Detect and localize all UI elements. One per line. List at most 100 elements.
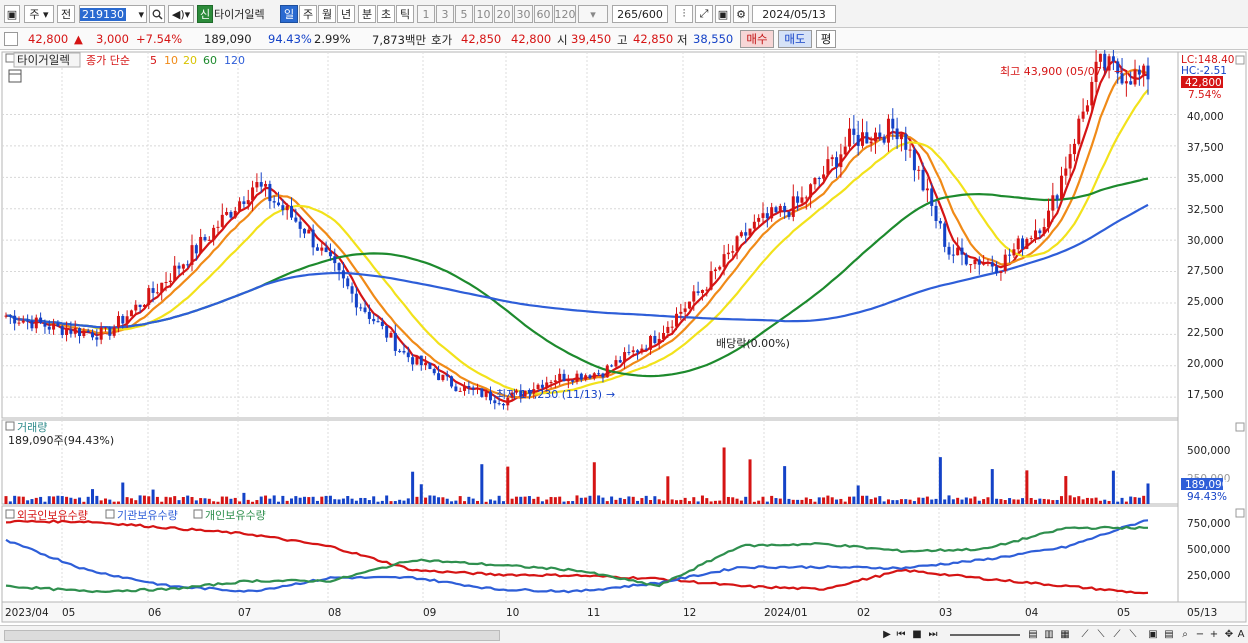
volume-bar — [1055, 499, 1059, 504]
chart-area[interactable]: 타이거일렉 종가 단순 5 10 20 60 120 최고 43,900 (05… — [0, 44, 1248, 625]
search-icon[interactable] — [149, 5, 165, 23]
interval-20[interactable]: 20 — [494, 5, 513, 23]
volume-bar — [623, 499, 627, 504]
period-second[interactable]: 초 — [377, 5, 395, 23]
period-year[interactable]: 년 — [337, 5, 355, 23]
period-day[interactable]: 일 — [280, 5, 298, 23]
fast-forward-icon[interactable]: ⏭ — [926, 628, 940, 641]
period-minute[interactable]: 분 — [358, 5, 376, 23]
volume-bar — [393, 501, 397, 504]
avg-button[interactable]: 평 — [816, 30, 836, 48]
volume-bar — [713, 500, 717, 504]
stock-code-input[interactable]: 219130 ▾ — [79, 5, 147, 23]
volume-bar — [921, 497, 925, 504]
volume-bar — [177, 500, 181, 504]
layout-icon-5[interactable]: ▤ — [1162, 628, 1176, 641]
volume-bar — [882, 501, 886, 504]
sound-icon[interactable]: ◀)▾ — [168, 5, 194, 23]
candle-body — [1072, 143, 1076, 155]
panel-collapse-icon[interactable] — [5, 53, 15, 63]
candle-body — [562, 373, 566, 382]
draw-line-icon-3[interactable]: ⟋ — [1110, 628, 1124, 641]
scroll-right-icon[interactable]: ▶ — [880, 628, 894, 641]
interval-1[interactable]: 1 — [417, 5, 435, 23]
zoom-out-icon[interactable]: − — [1193, 628, 1207, 641]
candle-body — [1055, 195, 1059, 200]
panel-close-icon[interactable] — [1235, 55, 1245, 65]
candle-type-icon[interactable]: ⫶ — [675, 5, 693, 23]
volume-bar — [458, 496, 462, 504]
volume-bar — [809, 498, 813, 504]
interval-3[interactable]: 3 — [436, 5, 454, 23]
high-annotation: 최고 43,900 (05/07) — [1000, 65, 1106, 78]
window-menu-icon[interactable]: ▣ — [4, 5, 20, 23]
candle-body — [415, 355, 419, 365]
legend-institution: 기관보유수량 — [117, 509, 178, 522]
layout-icon-2[interactable]: ▥ — [1042, 628, 1056, 641]
candle-body — [129, 310, 133, 317]
vol-y-tick-500000: 500,000 — [1187, 445, 1230, 457]
volume-bar — [744, 496, 748, 504]
volume-bar — [1021, 498, 1025, 504]
settings-gear-icon[interactable]: ⚙ — [733, 5, 749, 23]
x-label-12: 12 — [683, 607, 696, 619]
volume-collapse-icon[interactable] — [5, 421, 15, 431]
interval-60[interactable]: 60 — [534, 5, 553, 23]
interval-custom-select[interactable]: ▾ — [578, 5, 608, 23]
date-field[interactable]: 2024/05/13 — [752, 5, 836, 23]
y-tick-37500: 37,500 — [1187, 142, 1224, 154]
volume-bar — [1146, 483, 1150, 504]
interval-5[interactable]: 5 — [455, 5, 473, 23]
candle-body — [160, 282, 164, 293]
holdings-panel — [1, 505, 1179, 603]
quote-checkbox[interactable] — [4, 32, 18, 46]
holdings-close-icon[interactable] — [1235, 508, 1245, 518]
candle-body — [791, 196, 795, 217]
rewind-icon[interactable]: ⏮ — [894, 628, 908, 641]
draw-line-icon-2[interactable]: ⟍ — [1094, 628, 1108, 641]
holdings-collapse-icon[interactable] — [5, 509, 15, 519]
save-icon[interactable]: ▣ — [715, 5, 731, 23]
interval-10[interactable]: 10 — [474, 5, 493, 23]
count-field[interactable]: 265/600 — [612, 5, 668, 23]
period-month[interactable]: 월 — [318, 5, 336, 23]
draw-line-icon-1[interactable]: ⟋ — [1078, 628, 1092, 641]
zoom-slider[interactable] — [950, 634, 1020, 636]
volume-bar — [644, 495, 648, 504]
volume-bar — [134, 500, 138, 504]
candle-body — [471, 387, 475, 390]
volume-bar — [86, 496, 90, 504]
sell-button[interactable]: 매도 — [778, 30, 812, 48]
volume-bar — [649, 500, 653, 504]
interval-120[interactable]: 120 — [554, 5, 576, 23]
zoom-search-icon[interactable]: ⌕ — [1178, 628, 1192, 641]
candle-body — [4, 315, 8, 317]
zoom-in-icon[interactable]: + — [1207, 628, 1221, 641]
market-select[interactable]: 주 ▾ — [24, 5, 54, 23]
candle-body — [644, 348, 648, 350]
stop-icon[interactable]: ■ — [910, 628, 924, 641]
layout-icon-4[interactable]: ▣ — [1146, 628, 1160, 641]
prev-button[interactable]: 전 — [57, 5, 75, 23]
candle-body — [376, 321, 380, 323]
layout-icon-3[interactable]: ▦ — [1058, 628, 1072, 641]
period-tick[interactable]: 틱 — [396, 5, 414, 23]
interval-30[interactable]: 30 — [514, 5, 533, 23]
font-size-icon[interactable]: A — [1234, 628, 1248, 641]
candle-body — [402, 351, 406, 353]
volume-bar — [969, 498, 973, 504]
buy-button[interactable]: 매수 — [740, 30, 774, 48]
calendar-icon[interactable] — [8, 69, 22, 83]
candle-body — [856, 134, 860, 146]
volume-bar — [787, 498, 791, 504]
scroll-track[interactable] — [4, 630, 500, 641]
layout-icon-1[interactable]: ▤ — [1026, 628, 1040, 641]
draw-line-icon-4[interactable]: ⟍ — [1126, 628, 1140, 641]
volume-bar — [372, 496, 376, 504]
volume-close-icon[interactable] — [1235, 422, 1245, 432]
volume-bar — [337, 499, 341, 504]
volume-bar — [17, 496, 21, 504]
period-week[interactable]: 주 — [299, 5, 317, 23]
candle-body — [484, 391, 488, 397]
draw-tool-icon[interactable]: ⤢ — [695, 5, 713, 23]
